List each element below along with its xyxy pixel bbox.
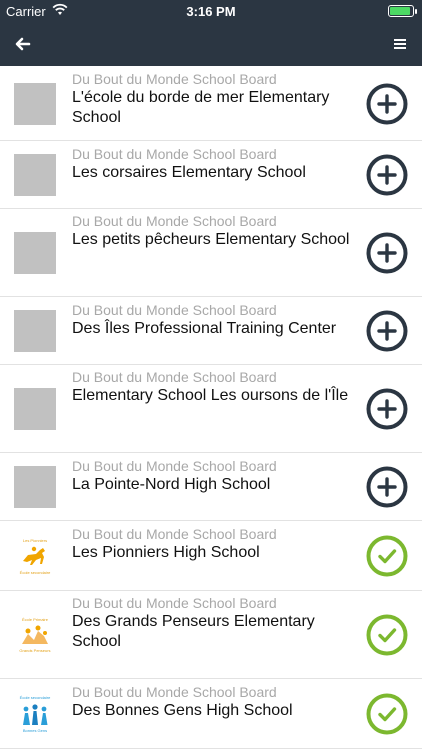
school-row[interactable]: Les Pionniers École secondaire Du Bout du … (0, 521, 422, 591)
school-text: Du Bout du Monde School Board Des Bonnes … (72, 684, 350, 721)
back-arrow-icon[interactable] (12, 33, 34, 55)
school-text: Du Bout du Monde School Board Des Îles Pr… (72, 302, 350, 339)
school-logo-thinkers-logo: École Primaire Grands Penseurs (14, 614, 56, 656)
school-name-label: Elementary School Les oursons de l'Île (72, 387, 349, 404)
status-bar: Carrier 3:16 PM (0, 0, 422, 22)
svg-text:École secondaire: École secondaire (20, 570, 51, 575)
svg-text:École secondaire: École secondaire (20, 695, 51, 700)
school-name-label: L'école du borde de mer Elementary Schoo… (72, 89, 330, 126)
school-row[interactable]: Du Bout du Monde School Board L'école du … (0, 66, 422, 141)
school-name-label: Les corsaires Elementary School (72, 164, 306, 181)
school-board-label: Du Bout du Monde School Board (72, 146, 277, 162)
school-name-label: Les petits pêcheurs Elementary School (72, 231, 350, 248)
svg-text:Bonnes Gens: Bonnes Gens (23, 728, 47, 733)
school-row[interactable]: Du Bout du Monde School Board Elementary … (0, 365, 422, 453)
school-logo-placeholder (14, 388, 56, 430)
school-row[interactable]: Du Bout du Monde School Board Des Îles Pr… (0, 297, 422, 365)
school-name-label: Des Bonnes Gens High School (72, 702, 293, 719)
plus-circle-icon[interactable] (366, 83, 408, 125)
hamburger-menu-icon[interactable] (390, 34, 410, 54)
school-text: Du Bout du Monde School Board L'école du … (72, 71, 350, 128)
school-text: Du Bout du Monde School Board Les petits … (72, 213, 350, 250)
battery-level (390, 7, 410, 15)
school-board-label: Du Bout du Monde School Board (72, 595, 277, 611)
school-name-label: Les Pionniers High School (72, 544, 260, 561)
school-board-label: Du Bout du Monde School Board (72, 526, 277, 542)
clock: 3:16 PM (186, 4, 236, 19)
school-row[interactable]: Du Bout du Monde School Board Les petits … (0, 209, 422, 297)
school-row[interactable]: Du Bout du Monde School Board La Pointe-N… (0, 453, 422, 521)
school-board-label: Du Bout du Monde School Board (72, 213, 277, 229)
school-text: Du Bout du Monde School Board Des Grands … (72, 595, 350, 652)
check-circle-icon[interactable] (366, 614, 408, 656)
svg-text:Grands Penseurs: Grands Penseurs (19, 648, 50, 653)
school-text: Du Bout du Monde School Board Les corsair… (72, 146, 350, 183)
school-logo-placeholder (14, 154, 56, 196)
school-text: Du Bout du Monde School Board La Pointe-N… (72, 458, 350, 495)
school-list: Du Bout du Monde School Board L'école du … (0, 66, 422, 749)
school-text: Du Bout du Monde School Board Elementary … (72, 369, 350, 406)
check-circle-icon[interactable] (366, 693, 408, 735)
plus-circle-icon[interactable] (366, 232, 408, 274)
nav-bar (0, 22, 422, 66)
school-board-label: Du Bout du Monde School Board (72, 71, 277, 87)
school-row[interactable]: École secondaire Bonnes Gens Du Bout du Mo… (0, 679, 422, 749)
school-logo-horse-rider-logo: Les Pionniers École secondaire (14, 535, 56, 577)
school-logo-placeholder (14, 466, 56, 508)
school-logo-placeholder (14, 83, 56, 125)
svg-text:Les Pionniers: Les Pionniers (23, 538, 47, 543)
school-board-label: Du Bout du Monde School Board (72, 302, 277, 318)
school-row[interactable]: Du Bout du Monde School Board Les corsair… (0, 141, 422, 209)
school-logo-placeholder (14, 310, 56, 352)
plus-circle-icon[interactable] (366, 310, 408, 352)
school-board-label: Du Bout du Monde School Board (72, 684, 277, 700)
check-circle-icon[interactable] (366, 535, 408, 577)
school-text: Du Bout du Monde School Board Les Pionnie… (72, 526, 350, 563)
svg-text:École Primaire: École Primaire (22, 617, 49, 622)
plus-circle-icon[interactable] (366, 388, 408, 430)
school-name-label: Des Îles Professional Training Center (72, 320, 337, 337)
school-name-label: La Pointe-Nord High School (72, 476, 271, 493)
school-name-label: Des Grands Penseurs Elementary School (72, 613, 315, 650)
school-logo-people-logo: École secondaire Bonnes Gens (14, 693, 56, 735)
battery-icon (388, 5, 417, 17)
plus-circle-icon[interactable] (366, 154, 408, 196)
school-board-label: Du Bout du Monde School Board (72, 458, 277, 474)
school-row[interactable]: École Primaire Grands Penseurs Du Bout du … (0, 591, 422, 679)
school-logo-placeholder (14, 232, 56, 274)
school-board-label: Du Bout du Monde School Board (72, 369, 277, 385)
plus-circle-icon[interactable] (366, 466, 408, 508)
